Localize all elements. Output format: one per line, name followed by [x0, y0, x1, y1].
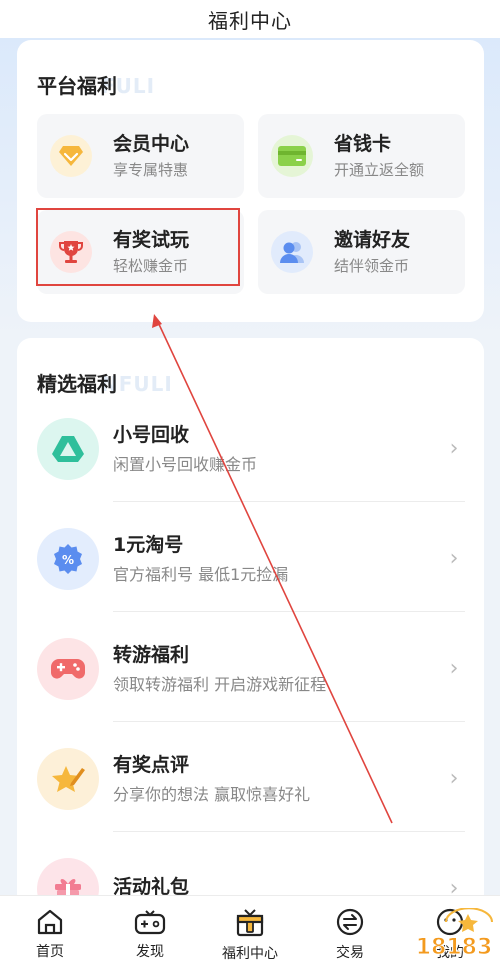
chevron-right-icon: › [449, 656, 459, 681]
gift-box-nav-icon [236, 908, 264, 936]
platform-welfare-card: FULI 平台福利 会员中心 享专属特惠 省钱卡 开通立返全额 有奖试玩 轻松赚… [17, 40, 484, 322]
list-item-desc: 官方福利号 最低1元捡漏 [113, 564, 289, 584]
tile-desc: 享专属特惠 [113, 161, 189, 179]
chevron-right-icon: › [449, 766, 459, 791]
chevron-right-icon: › [449, 436, 459, 461]
users-icon [271, 231, 313, 273]
tile-desc: 结伴领金币 [334, 257, 410, 275]
diamond-icon [50, 135, 92, 177]
site-logo: 18183 [415, 908, 493, 961]
nav-label: 首页 [36, 943, 64, 960]
nav-label: 福利中心 [222, 945, 278, 962]
nav-discover[interactable]: 发现 [100, 896, 200, 973]
tile-name: 邀请好友 [334, 229, 411, 251]
svg-text:%: % [62, 553, 74, 567]
exchange-icon [336, 908, 364, 935]
list-item-name: 1元淘号 [113, 533, 184, 556]
svg-text:18183: 18183 [416, 935, 493, 960]
nav-label: 交易 [336, 944, 364, 961]
featured-welfare-card: NFULI 精选福利 小号回收 闲置小号回收赚金币 › % 1元淘号 官方福利号… [17, 338, 484, 908]
list-item-game-transfer[interactable]: 转游福利 领取转游福利 开启游戏新征程 › [17, 614, 484, 723]
highlight-box [36, 208, 240, 286]
recycle-triangle-icon [37, 417, 99, 480]
tile-name: 省钱卡 [334, 133, 392, 155]
page-title: 福利中心 [208, 8, 292, 33]
divider [113, 611, 465, 612]
platform-section-title: 平台福利 [37, 74, 117, 98]
discount-badge-icon: % [37, 527, 99, 590]
list-item-desc: 闲置小号回收赚金币 [113, 454, 258, 474]
gamepad-nav-icon [134, 909, 166, 934]
list-item-desc: 分享你的想法 赢取惊喜好礼 [113, 784, 311, 804]
tile-name: 会员中心 [113, 133, 190, 155]
list-item-desc: 领取转游福利 开启游戏新征程 [113, 674, 327, 694]
list-item-account-recycle[interactable]: 小号回收 闲置小号回收赚金币 › [17, 394, 484, 503]
tile-savings-card[interactable]: 省钱卡 开通立返全额 [258, 114, 465, 198]
nav-welfare-center[interactable]: 福利中心 [200, 896, 300, 973]
tile-desc: 开通立返全额 [334, 161, 425, 179]
star-pen-icon [37, 747, 99, 810]
list-item-name: 小号回收 [113, 423, 190, 446]
divider [113, 831, 465, 832]
divider [113, 501, 465, 502]
gamepad-icon [37, 637, 99, 700]
list-item-name: 有奖点评 [113, 753, 190, 776]
home-icon [37, 909, 63, 934]
tile-invite-friends[interactable]: 邀请好友 结伴领金币 [258, 210, 465, 294]
card-icon [271, 135, 313, 177]
divider [113, 721, 465, 722]
list-item-name: 转游福利 [113, 643, 190, 666]
list-item-one-yuan-account[interactable]: % 1元淘号 官方福利号 最低1元捡漏 › [17, 504, 484, 613]
nav-label: 发现 [136, 943, 164, 960]
nav-home[interactable]: 首页 [0, 896, 100, 973]
nav-trade[interactable]: 交易 [300, 896, 400, 973]
tile-vip-center[interactable]: 会员中心 享专属特惠 [37, 114, 244, 198]
top-bar: 福利中心 [0, 0, 500, 38]
chevron-right-icon: › [449, 546, 459, 571]
list-item-review-reward[interactable]: 有奖点评 分享你的想法 赢取惊喜好礼 › [17, 724, 484, 833]
featured-section-title: 精选福利 [37, 372, 117, 396]
